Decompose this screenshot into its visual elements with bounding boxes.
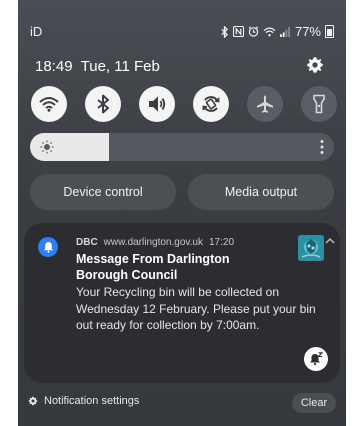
notification-source: www.darlington.gov.uk (103, 237, 203, 248)
notification-card[interactable]: DBC www.darlington.gov.uk 17:20 Message … (24, 223, 340, 383)
date-label: Tue, 11 Feb (80, 58, 160, 75)
wifi-toggle[interactable] (31, 86, 67, 122)
bluetooth-toggle[interactable] (85, 86, 121, 122)
notification-time: 17:20 (208, 237, 235, 248)
carrier-label: iD (30, 24, 43, 39)
notification-body: Your Recycling bin will be collected on … (76, 285, 316, 332)
notification-image (298, 235, 324, 261)
status-bar: iD 77% (30, 24, 334, 42)
notification-shade: iD 77% 18:49 Tue, 11 Feb Device control … (18, 0, 346, 426)
nfc-icon (232, 26, 244, 37)
snooze-button[interactable] (304, 347, 328, 371)
auto-rotate-toggle[interactable] (193, 86, 229, 122)
snooze-bell-icon (310, 352, 323, 366)
status-icons: 77% (220, 24, 334, 39)
notification-app-name: DBC (76, 237, 98, 248)
quick-settings-toggles (27, 86, 337, 122)
bell-icon (43, 242, 53, 253)
app-icon (38, 237, 58, 257)
bluetooth-icon (97, 94, 109, 114)
date-time: 18:49 Tue, 11 Feb (35, 58, 160, 75)
auto-rotate-icon (202, 96, 220, 112)
chevron-up-icon[interactable] (324, 235, 336, 247)
bluetooth-icon (221, 25, 228, 38)
clock-time: 18:49 (35, 58, 73, 75)
airplane-mode-icon (257, 95, 273, 113)
brightness-sun-icon (40, 140, 54, 154)
clear-button[interactable]: Clear (292, 393, 336, 413)
signal-icon (280, 26, 291, 37)
sound-icon (149, 96, 166, 112)
alarm-icon (248, 26, 259, 37)
settings-gear-icon[interactable] (306, 56, 324, 74)
sound-toggle[interactable] (139, 86, 175, 122)
device-control-button[interactable]: Device control (30, 174, 176, 210)
airplane-mode-toggle[interactable] (247, 86, 283, 122)
more-options-icon[interactable] (320, 139, 324, 155)
gear-icon (28, 396, 38, 406)
battery-icon (325, 25, 334, 38)
wifi-icon (263, 27, 276, 36)
battery-percentage: 77% (294, 24, 321, 39)
notification-meta: DBC www.darlington.gov.uk 17:20 (76, 237, 234, 248)
notification-footer: Notification settings Clear (28, 393, 336, 413)
notification-title: Message From Darlington Borough Council (76, 252, 230, 282)
flashlight-toggle[interactable] (301, 86, 337, 122)
media-output-button[interactable]: Media output (188, 174, 334, 210)
notification-settings-label: Notification settings (44, 395, 140, 407)
wifi-icon (39, 97, 59, 112)
notification-settings-link[interactable]: Notification settings (28, 395, 139, 407)
brightness-slider[interactable] (30, 133, 334, 161)
flashlight-icon (313, 94, 325, 114)
